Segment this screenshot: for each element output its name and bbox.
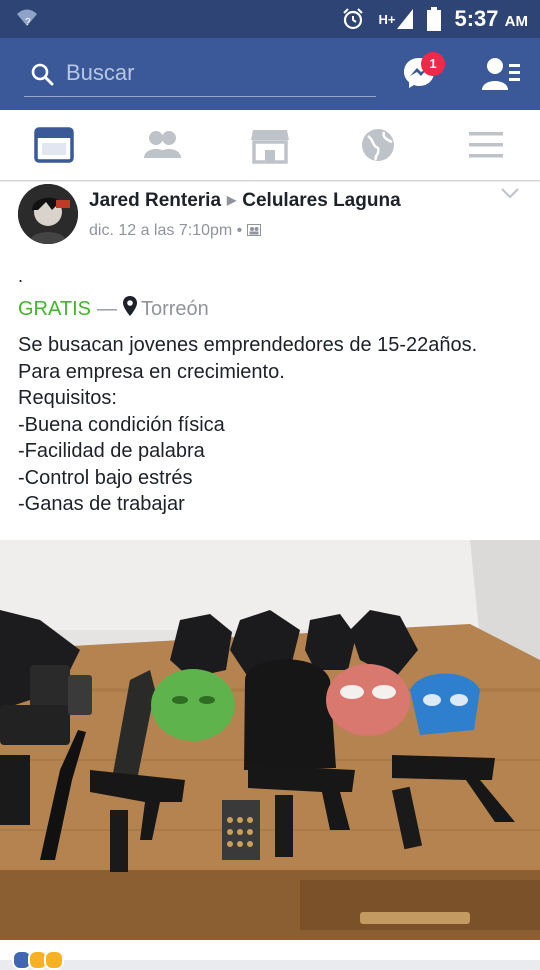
- groups-icon[interactable]: [142, 126, 182, 164]
- post-meta: dic. 12 a las 7:10pm •: [89, 222, 261, 240]
- post-photo[interactable]: [0, 540, 540, 940]
- post-header: Jared Renteria ▶ Celulares Laguna: [89, 190, 401, 212]
- marketplace-icon[interactable]: [250, 126, 290, 164]
- group-name[interactable]: Celulares Laguna: [242, 190, 400, 211]
- post-line: Para empresa en crecimiento.: [18, 360, 285, 383]
- top-bar: Buscar 1: [0, 38, 540, 110]
- search-placeholder: Buscar: [66, 60, 135, 85]
- post-card: Jared Renteria ▶ Celulares Laguna dic. 12 …: [0, 182, 540, 970]
- post-dot: .: [18, 266, 24, 286]
- avatar[interactable]: [18, 184, 78, 244]
- search-icon: [31, 63, 54, 86]
- nav-tabs: [0, 110, 540, 181]
- post-line: -Ganas de trabajar: [18, 493, 185, 515]
- arrow-right-icon: ▶: [227, 193, 237, 207]
- location-text[interactable]: Torreón: [141, 298, 209, 320]
- search-input[interactable]: Buscar: [24, 52, 376, 97]
- sale-info: GRATIS — Torreón: [18, 296, 209, 321]
- author-name[interactable]: Jared Renteria: [89, 190, 221, 211]
- post-timestamp[interactable]: dic. 12 a las 7:10pm: [89, 222, 232, 239]
- meta-separator: •: [236, 222, 243, 239]
- wifi-icon: ?: [17, 9, 37, 28]
- post-line: -Control bajo estrés: [18, 466, 193, 489]
- menu-icon[interactable]: [466, 126, 506, 164]
- audience-icon: [246, 224, 261, 236]
- price-label: GRATIS: [18, 298, 91, 320]
- messenger-badge: 1: [421, 52, 445, 76]
- post-line: -Buena condición física: [18, 413, 225, 436]
- reactions-summary[interactable]: [12, 950, 64, 970]
- post-line: Se busacan jovenes emprendedores de 15-2…: [18, 334, 478, 356]
- post-line: -Facilidad de palabra: [18, 440, 205, 462]
- wow-reaction-icon: [44, 950, 64, 970]
- post-line: Requisitos:: [18, 387, 117, 409]
- location-pin-icon: [122, 296, 137, 316]
- alarm-icon: [342, 8, 363, 30]
- post-body: Se busacan jovenes emprendedores de 15-2…: [18, 332, 477, 518]
- clock: 5:37 AM: [454, 6, 529, 31]
- status-bar: ? H+ 5:37 AM: [0, 0, 540, 38]
- news-feed-icon[interactable]: [34, 126, 74, 164]
- dash-separator: —: [96, 298, 117, 320]
- svg-text:?: ?: [25, 17, 31, 28]
- battery-icon: [426, 7, 441, 31]
- friend-requests-icon[interactable]: [482, 56, 520, 92]
- chevron-down-icon[interactable]: [500, 186, 520, 200]
- notifications-globe-icon[interactable]: [358, 126, 398, 164]
- network-type: H+: [379, 9, 413, 29]
